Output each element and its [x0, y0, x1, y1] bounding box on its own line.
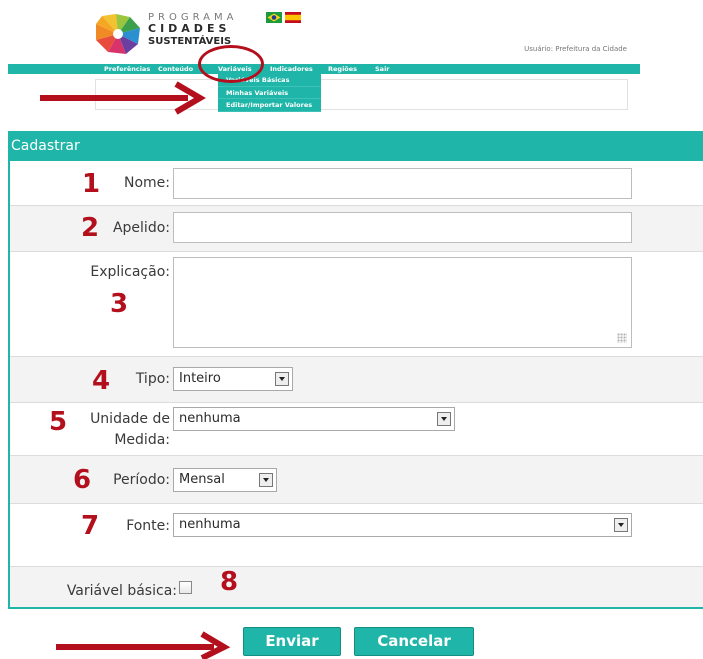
logo-icon — [96, 14, 140, 54]
label-unidade-line1: Unidade de — [90, 411, 170, 427]
row-variavel-basica: Variável básica: 8 — [10, 567, 703, 607]
chevron-down-icon[interactable] — [614, 518, 628, 532]
chevron-down-icon[interactable] — [437, 412, 451, 426]
label-fonte: Fonte: — [126, 518, 170, 534]
step-number: 4 — [92, 366, 111, 396]
row-explicacao: Explicação: 3 — [10, 252, 703, 357]
periodo-select[interactable]: Mensal — [173, 468, 277, 492]
label-tipo: Tipo: — [135, 371, 170, 387]
nav-item-indicadores[interactable]: Indicadores — [270, 64, 313, 74]
page: PROGRAMA CIDADES SUSTENTÁVEIS Usuário: P… — [0, 0, 703, 659]
unidade-select-value: nenhuma — [179, 411, 241, 426]
panel-title: Cadastrar — [10, 131, 703, 161]
nav-item-conteudo[interactable]: Conteúdo — [158, 64, 193, 74]
explicacao-textarea[interactable] — [173, 257, 632, 348]
label-variavel-basica: Variável básica: — [66, 583, 177, 599]
resize-grip-icon[interactable] — [617, 333, 627, 343]
row-periodo: 6 Período: Mensal — [10, 456, 703, 504]
annotation-arrow-menu — [40, 81, 206, 115]
step-number: 2 — [81, 213, 100, 243]
cadastrar-panel: Cadastrar 1 Nome: 2 Apelido: Explicação:… — [8, 131, 703, 609]
menu-item-editar-importar[interactable]: Editar/Importar Valores — [218, 99, 321, 112]
step-number: 8 — [220, 567, 239, 597]
step-number: 6 — [73, 465, 92, 495]
user-info: Usuário: Prefeitura da Cidade — [524, 45, 627, 53]
row-unidade: 5 Unidade de Medida: nenhuma — [10, 403, 703, 456]
fonte-select-value: nenhuma — [179, 517, 241, 532]
tipo-select-value: Inteiro — [179, 371, 221, 386]
cancelar-button[interactable]: Cancelar — [354, 627, 474, 656]
nav-item-regioes[interactable]: Regiões — [328, 64, 357, 74]
annotation-circle — [198, 45, 264, 83]
unidade-medida-select[interactable]: nenhuma — [173, 407, 455, 431]
label-nome: Nome: — [123, 175, 170, 191]
step-number: 5 — [49, 407, 68, 437]
nav-item-preferencias[interactable]: Preferências — [104, 64, 150, 74]
logo-text-cidades: CIDADES — [148, 22, 231, 35]
main-nav: Preferências Conteúdo Variáveis Indicado… — [8, 64, 640, 74]
step-number: 1 — [82, 169, 101, 199]
row-fonte: 7 Fonte: nenhuma — [10, 504, 703, 567]
label-explicacao: Explicação: — [90, 264, 170, 280]
row-nome: 1 Nome: — [10, 161, 703, 206]
step-number: 3 — [110, 289, 129, 319]
nome-input[interactable] — [173, 168, 632, 199]
label-apelido: Apelido: — [112, 220, 170, 236]
enviar-button[interactable]: Enviar — [243, 627, 341, 656]
menu-item-minhas-variaveis[interactable]: Minhas Variáveis — [218, 87, 321, 99]
spain-flag-icon[interactable] — [285, 12, 301, 23]
annotation-arrow-submit — [56, 631, 231, 659]
fonte-select[interactable]: nenhuma — [173, 513, 632, 537]
chevron-down-icon[interactable] — [275, 372, 289, 386]
apelido-input[interactable] — [173, 212, 632, 243]
brazil-flag-icon[interactable] — [266, 12, 282, 23]
nav-item-sair[interactable]: Sair — [375, 64, 390, 74]
label-unidade-line2: Medida: — [114, 432, 170, 448]
label-periodo: Período: — [113, 472, 170, 488]
row-apelido: 2 Apelido: — [10, 206, 703, 252]
step-number: 7 — [81, 511, 100, 541]
variavel-basica-checkbox[interactable] — [179, 581, 192, 594]
tipo-select[interactable]: Inteiro — [173, 367, 293, 391]
periodo-select-value: Mensal — [179, 472, 225, 487]
row-tipo: 4 Tipo: Inteiro — [10, 357, 703, 403]
chevron-down-icon[interactable] — [259, 473, 273, 487]
